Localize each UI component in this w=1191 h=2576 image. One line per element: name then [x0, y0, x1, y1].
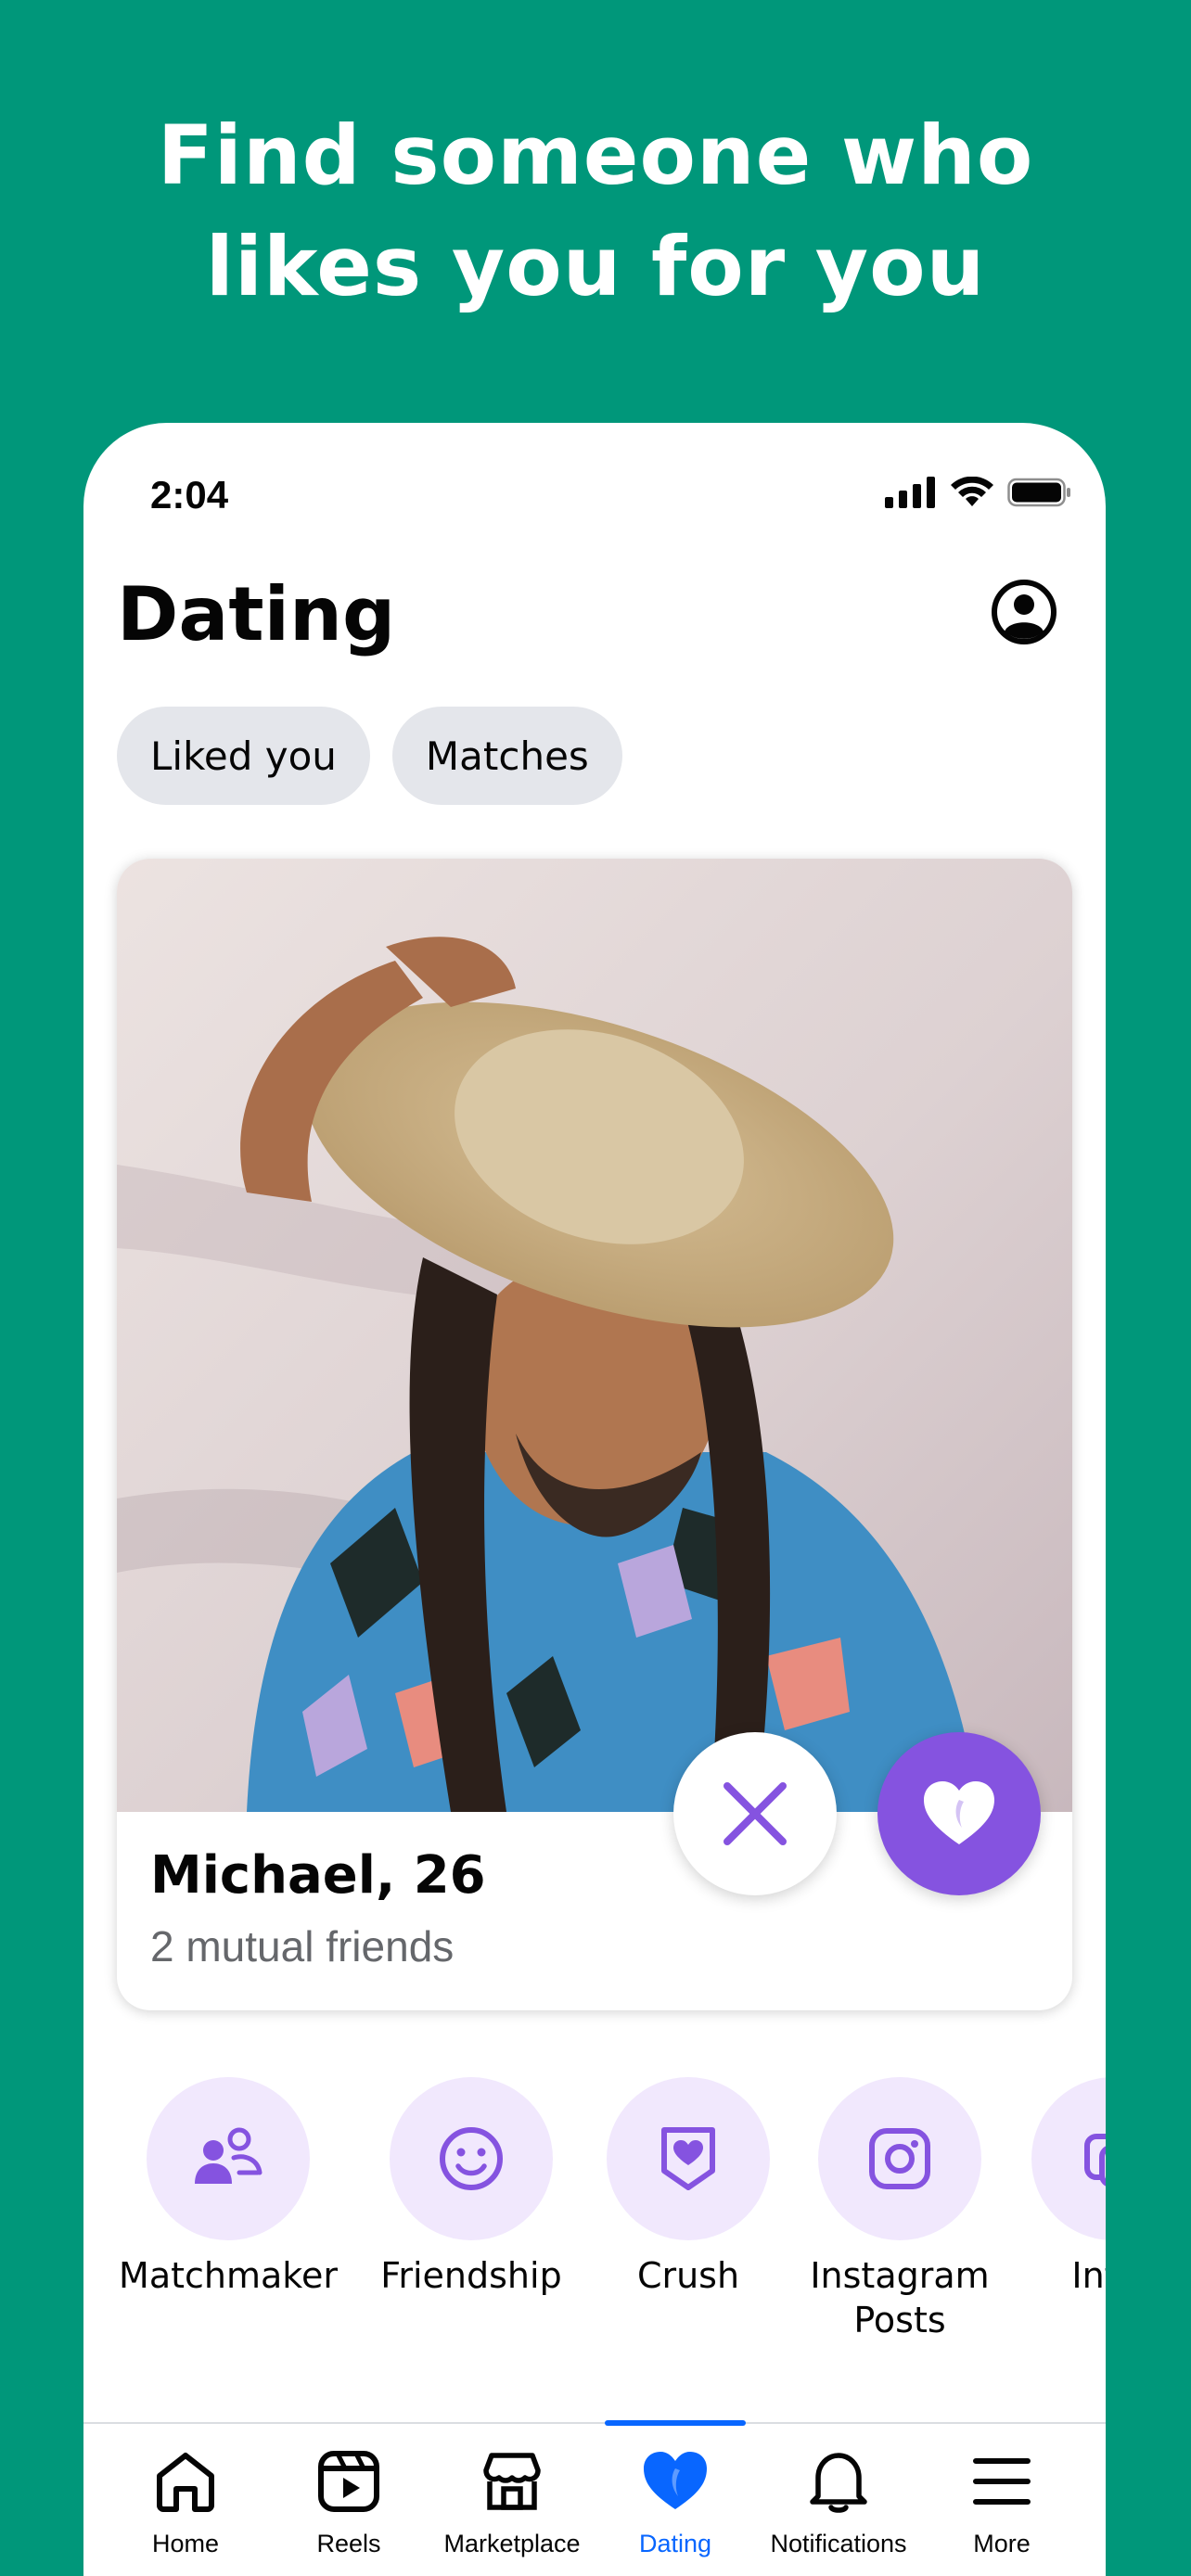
tab-label: Marketplace: [443, 2530, 581, 2557]
chip-matches[interactable]: Matches: [391, 707, 622, 805]
feature-label: Matchmaker: [119, 2255, 338, 2296]
status-icons: [885, 477, 1072, 508]
battery-icon: [1007, 478, 1070, 507]
profile-button[interactable]: [991, 579, 1057, 645]
instagram-icon: [869, 2128, 930, 2189]
bell-icon: [810, 2453, 867, 2513]
profile-icon: [992, 580, 1057, 644]
tab-home[interactable]: Home: [102, 2424, 269, 2576]
tab-reels[interactable]: Reels: [265, 2424, 432, 2576]
tab-more[interactable]: More: [918, 2424, 1085, 2576]
tab-marketplace[interactable]: Marketplace: [429, 2424, 596, 2576]
feature-label: Crush: [636, 2255, 740, 2296]
mutual-friends: 2 mutual friends: [150, 1922, 455, 1970]
tab-notifications[interactable]: Notifications: [755, 2424, 922, 2576]
marketplace-icon: [483, 2453, 541, 2510]
interests-icon: [1084, 2134, 1106, 2187]
tab-label: Home: [151, 2530, 220, 2557]
crush-circle: [607, 2077, 770, 2240]
tab-label: Reels: [316, 2530, 381, 2557]
bottom-tab-bar: Home Reels Marketplace Dating Notificati…: [83, 2420, 1106, 2576]
status-time: 2:04: [150, 473, 229, 516]
promo-headline-line2: likes you for you: [205, 219, 986, 314]
smiley-icon: [440, 2127, 503, 2190]
promo-headline: Find someone who likes you for you: [0, 100, 1191, 323]
tab-label: More: [973, 2530, 1031, 2557]
tab-label: Dating: [638, 2530, 712, 2557]
feature-label: Friendship: [380, 2255, 562, 2296]
feature-interests[interactable]: Inter: [992, 2077, 1106, 2298]
menu-icon: [973, 2458, 1031, 2505]
pass-button[interactable]: [673, 1732, 837, 1895]
feature-friendship[interactable]: Friendship: [351, 2077, 592, 2298]
feature-crush[interactable]: Crush: [568, 2077, 809, 2298]
like-button[interactable]: [877, 1732, 1041, 1895]
matchmaker-circle: [147, 2077, 310, 2240]
chip-liked-you[interactable]: Liked you: [117, 707, 370, 805]
feature-label: Inter: [1071, 2255, 1106, 2296]
close-icon: [724, 1782, 787, 1845]
feature-instagram-posts[interactable]: Instagram Posts: [779, 2077, 1020, 2342]
filter-chips: Liked you Matches: [117, 707, 622, 805]
phone-screen: 2:04 Dating Liked you Matches Michael, 2…: [83, 423, 1106, 2576]
feature-label: Instagram Posts: [810, 2255, 990, 2340]
reels-icon: [318, 2451, 379, 2512]
heart-icon: [924, 1781, 994, 1844]
tab-label: Notifications: [770, 2530, 907, 2557]
tab-dating[interactable]: Dating: [592, 2424, 759, 2576]
profile-card[interactable]: Michael, 26 2 mutual friends: [117, 859, 1072, 2010]
interests-circle: [1031, 2077, 1106, 2240]
crush-icon: [661, 2127, 715, 2190]
promo-headline-line1: Find someone who: [157, 108, 1034, 203]
cellular-signal-icon: [885, 477, 935, 508]
friendship-circle: [390, 2077, 553, 2240]
page-title: Dating: [117, 571, 396, 657]
features-row: Matchmaker Friendship Crush Instagram Po…: [83, 2077, 1106, 2355]
status-bar: 2:04: [83, 423, 1106, 571]
profile-name: Michael, 26: [150, 1845, 486, 1906]
wifi-icon: [951, 477, 993, 506]
profile-photo: [117, 859, 1072, 1812]
home-icon: [157, 2453, 214, 2512]
instagram-circle: [818, 2077, 981, 2240]
matchmaker-icon: [195, 2127, 263, 2184]
feature-matchmaker[interactable]: Matchmaker: [108, 2077, 349, 2298]
dating-heart-icon: [644, 2452, 707, 2509]
